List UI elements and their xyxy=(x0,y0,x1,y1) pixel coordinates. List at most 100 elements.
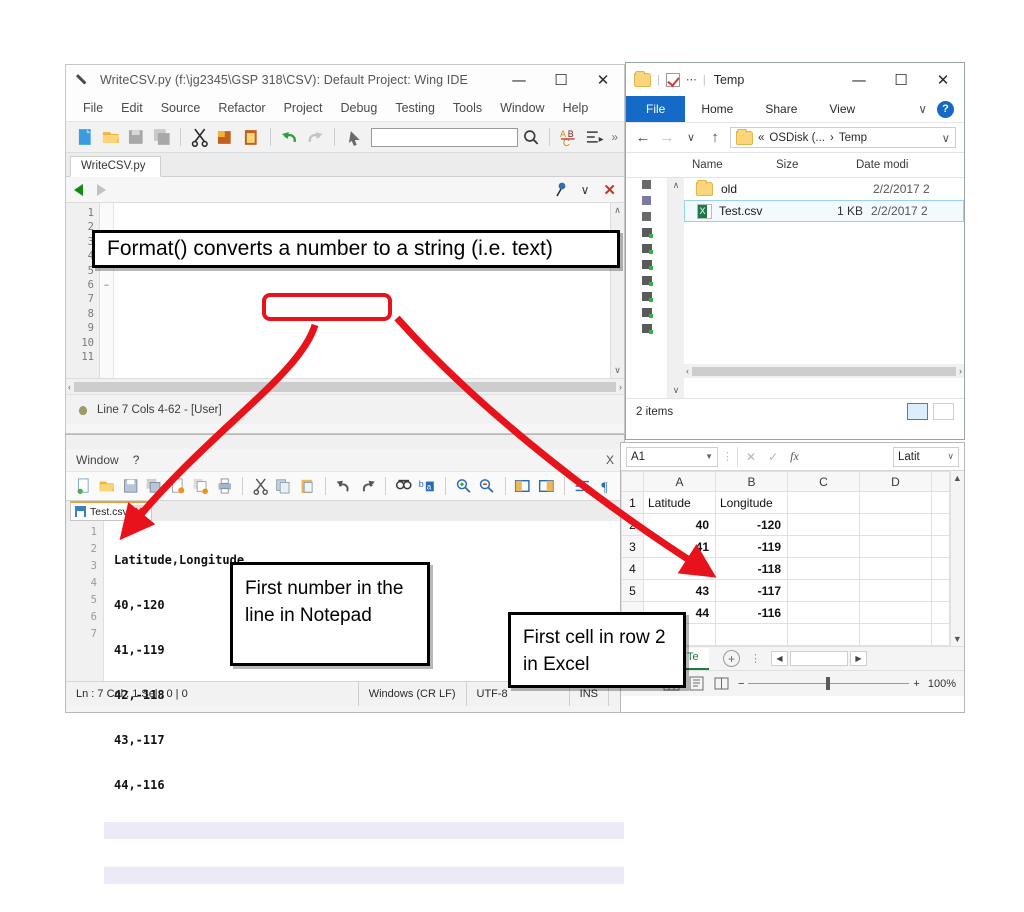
cell-a5[interactable]: 43 xyxy=(643,579,716,602)
forward-arrow-icon[interactable] xyxy=(97,183,106,196)
undo-icon[interactable] xyxy=(279,126,301,148)
details-view-icon[interactable] xyxy=(907,403,928,420)
breadcrumb-osdisk[interactable]: OSDisk (... xyxy=(769,132,825,144)
cell-c4[interactable] xyxy=(787,557,860,580)
scroll-right-icon[interactable]: ▶ xyxy=(850,651,867,666)
close-button[interactable]: ✕ xyxy=(582,66,624,94)
chevron-down-icon[interactable]: ∨ xyxy=(942,131,950,145)
more-dots-icon[interactable]: ⋯ xyxy=(686,73,697,86)
save-all-icon[interactable] xyxy=(144,475,163,497)
table-row[interactable]: 3 41 -119 xyxy=(621,535,950,558)
more-dots-icon[interactable]: ⋮ xyxy=(750,652,761,665)
breadcrumb[interactable]: « OSDisk (... › Temp ∨ xyxy=(730,127,956,148)
editor-horizontal-scrollbar[interactable]: ‹ › xyxy=(66,378,624,394)
cell-d5[interactable] xyxy=(859,579,932,602)
ribbon-tab-home[interactable]: Home xyxy=(685,96,749,122)
undo-icon[interactable] xyxy=(334,475,353,497)
scroll-left-icon[interactable]: ‹ xyxy=(686,366,689,376)
insert-function-icon[interactable]: fx xyxy=(790,449,799,464)
drive-tree-icon[interactable] xyxy=(641,292,653,302)
chevron-down-icon[interactable]: ∨ xyxy=(918,102,927,116)
column-header-date[interactable]: Date modi xyxy=(848,159,908,171)
show-symbol-icon[interactable]: ¶ xyxy=(597,475,616,497)
row-header[interactable]: 2 xyxy=(621,513,644,536)
cell-d4[interactable] xyxy=(859,557,932,580)
ribbon-tab-share[interactable]: Share xyxy=(749,96,813,122)
name-box[interactable]: A1 ▼ xyxy=(626,446,718,467)
cell-e6[interactable] xyxy=(931,601,950,624)
cell-b3[interactable]: -119 xyxy=(715,535,788,558)
column-header-c[interactable]: C xyxy=(787,471,860,492)
cell-b5[interactable]: -117 xyxy=(715,579,788,602)
explorer-file-list[interactable]: old 2/2/2017 2 Test.csv 1 KB 2/2/2017 2 … xyxy=(684,178,964,398)
drive-tree-icon[interactable] xyxy=(641,276,653,286)
ribbon-tab-view[interactable]: View xyxy=(813,96,871,122)
menu-file[interactable]: File xyxy=(74,101,112,115)
cell-e7[interactable] xyxy=(931,623,950,646)
zoom-track[interactable] xyxy=(748,677,910,690)
cell-d1[interactable] xyxy=(859,491,932,514)
minimize-button[interactable]: — xyxy=(498,66,540,94)
open-folder-icon[interactable] xyxy=(100,126,122,148)
search-input[interactable] xyxy=(370,127,518,147)
drive-tree-icon[interactable] xyxy=(641,244,653,254)
fold-marker-icon[interactable]: − xyxy=(100,278,113,292)
menu-refactor[interactable]: Refactor xyxy=(209,101,274,115)
cell-b6[interactable]: -116 xyxy=(715,601,788,624)
cell-d3[interactable] xyxy=(859,535,932,558)
save-icon[interactable] xyxy=(121,475,140,497)
save-all-icon[interactable] xyxy=(151,126,173,148)
this-pc-tree-icon[interactable] xyxy=(642,212,651,221)
add-sheet-button[interactable]: + xyxy=(723,650,740,667)
select-pointer-icon[interactable] xyxy=(343,126,365,148)
close-all-icon[interactable] xyxy=(191,475,210,497)
back-arrow-icon[interactable] xyxy=(74,183,83,196)
excel-vertical-scrollbar[interactable]: ▲ ▼ xyxy=(949,471,964,646)
quick-access-tree-icon[interactable] xyxy=(642,180,651,189)
column-header-d[interactable]: D xyxy=(859,471,932,492)
explorer-navigation-pane[interactable] xyxy=(626,178,668,398)
copy-icon[interactable] xyxy=(215,126,237,148)
breadcrumb-temp[interactable]: Temp xyxy=(839,132,867,144)
menu-help[interactable]: ? xyxy=(133,453,140,467)
cell-e1[interactable] xyxy=(931,491,950,514)
cell-a2[interactable]: 40 xyxy=(643,513,716,536)
cell-b1[interactable]: Longitude xyxy=(715,491,788,514)
sync-scroll-v-icon[interactable] xyxy=(537,475,556,497)
scroll-right-icon[interactable]: › xyxy=(959,366,962,376)
cell-a1[interactable]: Latitude xyxy=(643,491,716,514)
cut-icon[interactable] xyxy=(189,126,211,148)
table-row[interactable]: 1 Latitude Longitude xyxy=(621,491,950,514)
cell-a3[interactable]: 41 xyxy=(643,535,716,558)
word-wrap-icon[interactable] xyxy=(573,475,592,497)
paste-icon[interactable] xyxy=(298,475,317,497)
row-header[interactable]: 4 xyxy=(621,557,644,580)
find-icon[interactable] xyxy=(394,475,413,497)
scroll-left-icon[interactable]: ◀ xyxy=(771,651,788,666)
cell-e3[interactable] xyxy=(931,535,950,558)
save-icon[interactable] xyxy=(125,126,147,148)
cell-a4[interactable]: 42 xyxy=(643,557,716,580)
scroll-right-icon[interactable]: › xyxy=(619,382,622,392)
column-header-a[interactable]: A xyxy=(643,471,716,492)
redo-icon[interactable] xyxy=(358,475,377,497)
scroll-down-icon[interactable]: ∨ xyxy=(673,385,680,396)
ribbon-tab-file[interactable]: File xyxy=(626,96,686,122)
scroll-thumb[interactable] xyxy=(692,366,956,376)
document-tab-testcsv[interactable]: Test.csv ✕ xyxy=(70,501,153,521)
table-row[interactable]: 5 43 -117 xyxy=(621,579,950,602)
cell-c1[interactable] xyxy=(787,491,860,514)
table-row[interactable]: 2 40 -120 xyxy=(621,513,950,536)
cell-d6[interactable] xyxy=(859,601,932,624)
forward-arrow-icon[interactable]: → xyxy=(658,129,676,146)
drive-tree-icon[interactable] xyxy=(641,324,653,334)
help-icon[interactable]: ? xyxy=(937,100,954,118)
column-header-partial[interactable] xyxy=(931,471,950,492)
scroll-down-icon[interactable]: ∨ xyxy=(614,365,621,376)
onedrive-tree-icon[interactable] xyxy=(642,196,651,205)
up-arrow-icon[interactable]: ↑ xyxy=(706,129,724,146)
page-break-icon[interactable] xyxy=(713,676,730,691)
select-all-corner[interactable] xyxy=(621,471,644,492)
zoom-out-button[interactable]: − xyxy=(738,678,744,690)
formula-value-box[interactable]: Latit ∨ xyxy=(893,446,959,467)
